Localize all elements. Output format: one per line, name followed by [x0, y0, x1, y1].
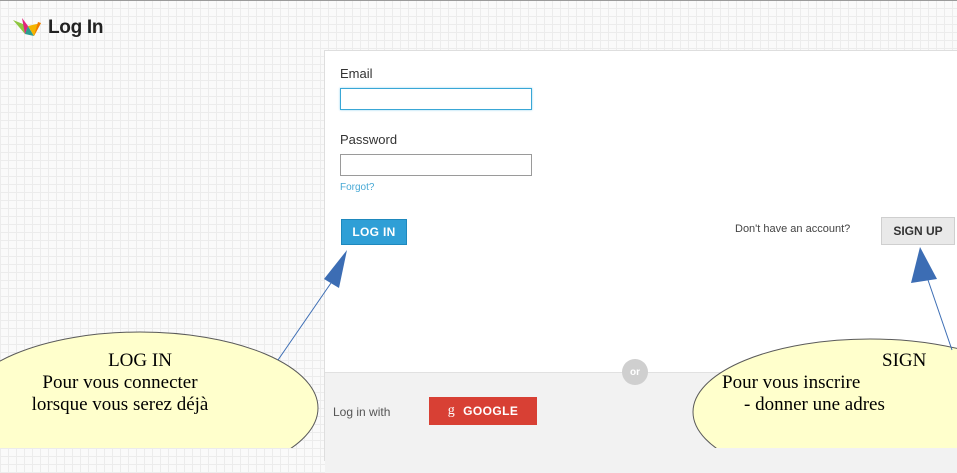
login-callout-line2: Pour vous connecter — [42, 372, 198, 393]
login-callout-arrow — [277, 282, 332, 361]
login-callout-title: LOG IN — [108, 350, 172, 371]
signup-callout-title: SIGN — [882, 350, 927, 371]
signup-callout-arrow — [927, 279, 953, 351]
signup-callout-text: SIGN Pour vous inscrire - donner une adr… — [722, 350, 957, 416]
login-callout-line3: lorsque vous serez déjà — [31, 394, 209, 415]
signup-callout-line2: Pour vous inscrire — [722, 372, 861, 393]
login-arrowhead — [324, 250, 347, 288]
signup-arrowhead — [911, 247, 937, 283]
login-callout-text: LOG IN Pour vous connecter lorsque vous … — [32, 350, 240, 416]
signup-callout-line3: - donner une adres — [744, 394, 885, 415]
